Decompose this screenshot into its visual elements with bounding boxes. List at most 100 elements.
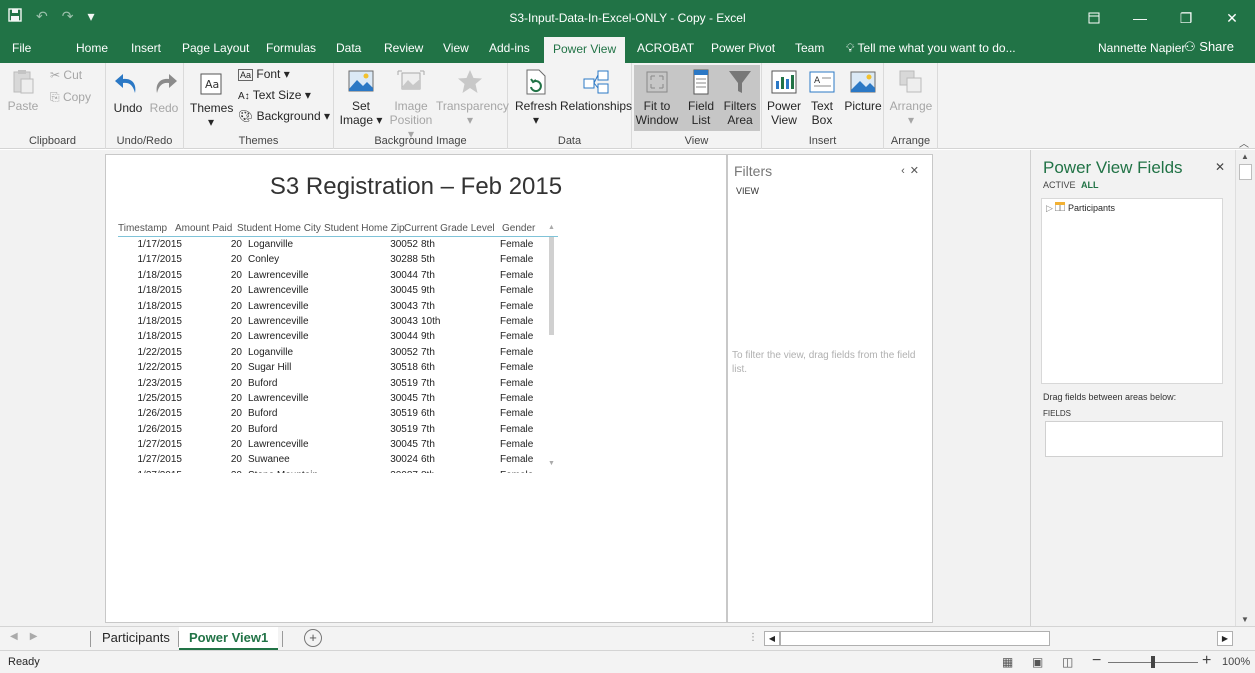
tab-data[interactable]: Data bbox=[336, 41, 361, 55]
copy-label: Copy bbox=[62, 90, 91, 104]
font-button[interactable]: Aa Font ▾ bbox=[238, 67, 290, 81]
tab-insert[interactable]: Insert bbox=[131, 41, 161, 55]
sheet-tab-participants[interactable]: Participants bbox=[92, 627, 180, 651]
table-row[interactable]: 1/18/2015 20 Lawrenceville 30044 7th Female bbox=[118, 268, 558, 283]
close-icon[interactable]: ✕ bbox=[1215, 160, 1225, 174]
table-row[interactable]: 1/25/2015 20 Lawrenceville 30045 7th Female bbox=[118, 391, 558, 406]
tab-page-layout[interactable]: Page Layout bbox=[182, 41, 249, 55]
tab-acrobat[interactable]: ACROBAT bbox=[637, 41, 694, 55]
filters-area-button[interactable]: Filters Area bbox=[720, 67, 760, 127]
table-row[interactable]: 1/18/2015 20 Lawrenceville 30044 9th Female bbox=[118, 329, 558, 344]
text-box-button[interactable]: A Text Box bbox=[806, 67, 838, 127]
scroll-left-icon[interactable]: ◀ bbox=[764, 631, 780, 646]
table-row[interactable]: 1/18/2015 20 Lawrenceville 30043 7th Female bbox=[118, 299, 558, 314]
tell-me-box[interactable]: 💡︎ Tell me what you want to do... bbox=[846, 41, 1016, 56]
report-canvas[interactable]: S3 Registration – Feb 2015 Timestamp Amo… bbox=[105, 154, 727, 623]
zoom-level[interactable]: 100% bbox=[1222, 656, 1250, 668]
copy-button[interactable]: ⎘ Copy bbox=[50, 90, 91, 105]
collapse-ribbon-icon[interactable]: ︿ bbox=[1239, 135, 1249, 150]
close-icon[interactable]: ✕ bbox=[1209, 0, 1255, 36]
page-break-view-icon[interactable]: ◫ bbox=[1062, 655, 1073, 669]
expand-icon[interactable]: ▷ bbox=[1046, 203, 1053, 213]
tab-home[interactable]: Home bbox=[76, 41, 108, 55]
sheet-nav-arrows[interactable]: ◀▶ bbox=[10, 631, 49, 642]
background-button[interactable]: 🎨︎ Background ▾ bbox=[238, 109, 330, 123]
undo-button[interactable]: Undo bbox=[112, 69, 144, 115]
tab-view[interactable]: View bbox=[443, 41, 469, 55]
paste-button[interactable]: Paste bbox=[6, 67, 40, 113]
table-row[interactable]: 1/26/2015 20 Buford 30519 7th Female bbox=[118, 422, 558, 437]
share-button[interactable]: ⚇ Share bbox=[1184, 39, 1234, 55]
zoom-slider-thumb[interactable] bbox=[1151, 656, 1155, 668]
table-row[interactable]: 1/23/2015 20 Buford 30519 7th Female bbox=[118, 376, 558, 391]
table-scrollbar[interactable] bbox=[549, 237, 554, 335]
table-row[interactable]: 1/26/2015 20 Buford 30519 6th Female bbox=[118, 406, 558, 421]
close-icon[interactable]: ✕ bbox=[910, 165, 924, 177]
table-row[interactable]: 1/17/2015 20 Conley 30288 5th Female bbox=[118, 252, 558, 267]
table-row[interactable]: 1/18/2015 20 Lawrenceville 30043 10th Female bbox=[118, 314, 558, 329]
tab-all[interactable]: ALL bbox=[1081, 180, 1099, 190]
redo-button[interactable]: Redo bbox=[148, 69, 180, 115]
relationships-button[interactable]: Relationships bbox=[560, 67, 632, 113]
table-row[interactable]: 1/27/2015 20 Suwanee 30024 6th Female bbox=[118, 452, 558, 467]
vertical-scrollbar[interactable]: ▲ ▼ bbox=[1235, 150, 1255, 626]
user-name[interactable]: Nannette Napier bbox=[1098, 41, 1185, 55]
tab-file[interactable]: File bbox=[12, 41, 31, 55]
report-title[interactable]: S3 Registration – Feb 2015 bbox=[106, 173, 726, 201]
tab-review[interactable]: Review bbox=[384, 41, 423, 55]
image-position-button[interactable]: Image Position ▾ bbox=[386, 67, 436, 141]
picture-button[interactable]: Picture bbox=[842, 67, 884, 113]
table-row[interactable]: 1/22/2015 20 Sugar Hill 30518 6th Female bbox=[118, 360, 558, 375]
themes-button[interactable]: Aa Themes ▾ bbox=[190, 69, 233, 129]
collapse-filters-icon[interactable]: ‹ bbox=[901, 165, 910, 177]
table-row[interactable]: 1/18/2015 20 Lawrenceville 30045 9th Female bbox=[118, 283, 558, 298]
transparency-button[interactable]: Transparency ▾ bbox=[436, 67, 509, 127]
table-row[interactable]: 1/17/2015 20 Loganville 30052 8th Female bbox=[118, 237, 558, 252]
tab-active[interactable]: ACTIVE bbox=[1043, 180, 1076, 190]
tab-power-pivot[interactable]: Power Pivot bbox=[711, 41, 775, 55]
field-list-button[interactable]: Field List bbox=[682, 67, 720, 127]
text-size-button[interactable]: A↕ Text Size ▾ bbox=[238, 88, 311, 102]
table-row[interactable]: 1/27/2015 20 Lawrenceville 30045 7th Female bbox=[118, 437, 558, 452]
add-sheet-icon[interactable]: + bbox=[304, 629, 322, 647]
restore-icon[interactable]: ❐ bbox=[1163, 0, 1209, 36]
power-view-button[interactable]: Power View bbox=[766, 67, 802, 127]
cut-button[interactable]: ✂ Cut bbox=[50, 68, 82, 82]
scroll-thumb[interactable] bbox=[1239, 164, 1252, 180]
column-header[interactable]: Timestamp bbox=[118, 223, 167, 234]
fields-drop-area[interactable] bbox=[1045, 421, 1223, 457]
column-header[interactable]: Gender bbox=[502, 223, 535, 234]
ribbon-display-icon[interactable] bbox=[1071, 0, 1117, 36]
normal-view-icon[interactable]: ▦ bbox=[1002, 655, 1013, 669]
fit-to-window-button[interactable]: Fit to Window bbox=[634, 67, 680, 127]
status-ready: Ready bbox=[8, 656, 40, 668]
data-table[interactable]: Timestamp Amount Paid Student Home City … bbox=[118, 219, 558, 473]
table-scroll-down-icon[interactable]: ▼ bbox=[548, 460, 555, 467]
tab-split-handle[interactable]: ⋮ bbox=[748, 632, 758, 643]
field-table-participants[interactable]: ▷ Participants bbox=[1046, 201, 1115, 214]
column-header[interactable]: Student Home City bbox=[237, 223, 321, 234]
zoom-out-icon[interactable]: − bbox=[1092, 652, 1101, 670]
column-header[interactable]: Student Home Zip bbox=[324, 223, 405, 234]
minimize-icon[interactable]: — bbox=[1117, 0, 1163, 36]
filters-view-tab[interactable]: VIEW bbox=[736, 186, 759, 196]
refresh-button[interactable]: Refresh ▾ bbox=[514, 67, 558, 127]
table-scroll-up-icon[interactable]: ▲ bbox=[548, 224, 555, 231]
tab-team[interactable]: Team bbox=[795, 41, 824, 55]
scroll-up-icon[interactable]: ▲ bbox=[1241, 152, 1249, 161]
table-row[interactable]: 1/22/2015 20 Loganville 30052 7th Female bbox=[118, 345, 558, 360]
tab-power-view[interactable]: Power View bbox=[544, 37, 626, 63]
horizontal-scroll-thumb[interactable] bbox=[780, 631, 1050, 646]
column-header[interactable]: Current Grade Level bbox=[404, 223, 495, 234]
sheet-tab-power-view1[interactable]: Power View1 bbox=[179, 627, 279, 651]
set-image-button[interactable]: Set Image ▾ bbox=[338, 67, 384, 127]
tab-add-ins[interactable]: Add-ins bbox=[489, 41, 530, 55]
column-header[interactable]: Amount Paid bbox=[175, 223, 232, 234]
scroll-down-icon[interactable]: ▼ bbox=[1241, 615, 1249, 624]
page-layout-view-icon[interactable]: ▣ bbox=[1032, 655, 1043, 669]
zoom-in-icon[interactable]: + bbox=[1202, 652, 1211, 670]
table-row[interactable]: 1/27/2015 20 Stone Mountain 300878th Female bbox=[118, 468, 558, 473]
scroll-right-icon[interactable]: ▶ bbox=[1217, 631, 1233, 646]
arrange-button[interactable]: Arrange ▾ bbox=[888, 67, 934, 127]
tab-formulas[interactable]: Formulas bbox=[266, 41, 316, 55]
